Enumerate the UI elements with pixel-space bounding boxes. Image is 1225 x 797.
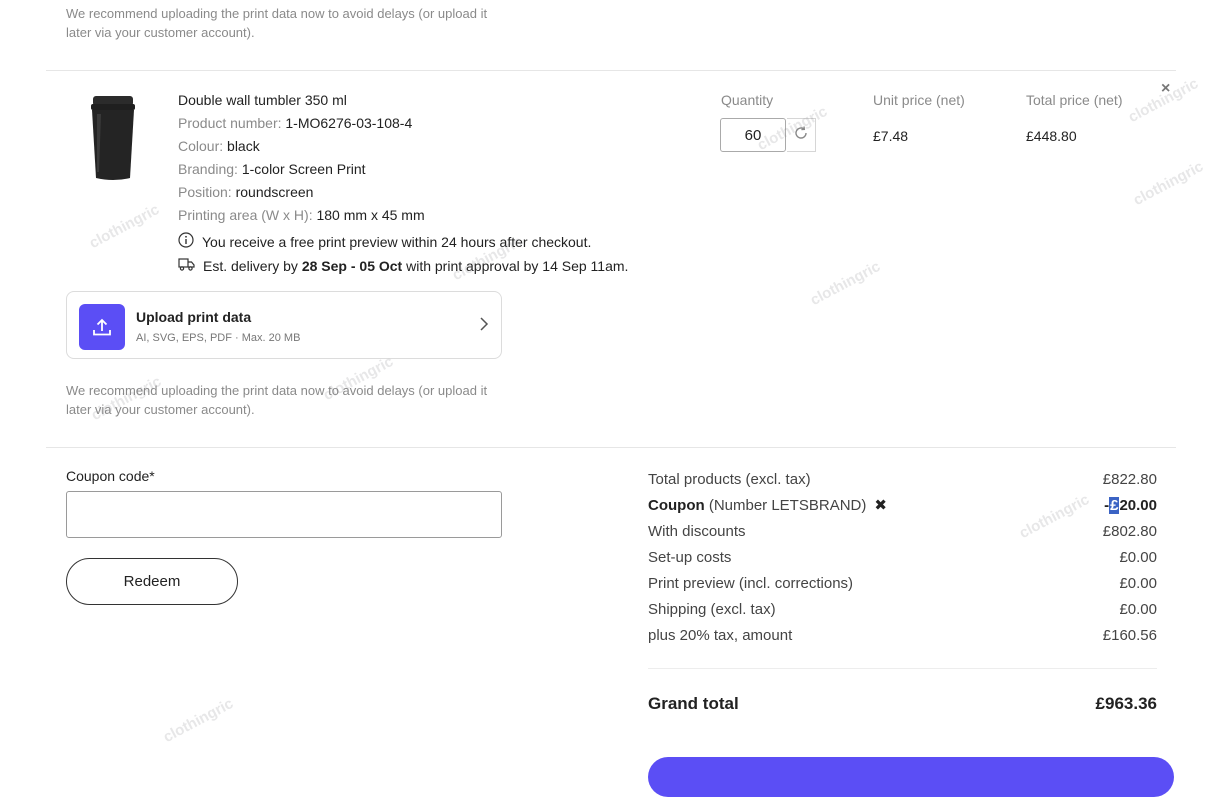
- spec-product-number: Product number: 1-MO6276-03-108-4: [178, 115, 413, 131]
- upload-icon: [79, 304, 125, 350]
- with-discounts-row: With discounts £802.80: [648, 523, 1157, 540]
- refresh-quantity-button[interactable]: [787, 118, 816, 152]
- truck-icon: [178, 256, 195, 275]
- divider-middle: [46, 447, 1176, 448]
- order-totals: Total products (excl. tax) £822.80 Coupon…: [648, 468, 1157, 650]
- spec-printing-area: Printing area (W x H): 180 mm x 45 mm: [178, 207, 425, 223]
- product-image: [82, 92, 144, 184]
- tax-row: plus 20% tax, amount £160.56: [648, 627, 1157, 644]
- shipping-row: Shipping (excl. tax) £0.00: [648, 601, 1157, 618]
- divider-top: [46, 70, 1176, 71]
- unit-price-header: Unit price (net): [873, 92, 965, 108]
- refresh-icon: [793, 125, 809, 146]
- preview-info-line: You receive a free print preview within …: [178, 232, 591, 251]
- delivery-info-line: Est. delivery by 28 Sep - 05 Oct with pr…: [178, 256, 628, 275]
- grand-total-row: Grand total £963.36: [648, 694, 1157, 713]
- total-price-header: Total price (net): [1026, 92, 1123, 108]
- redeem-button[interactable]: Redeem: [66, 558, 238, 605]
- quantity-input[interactable]: 60: [720, 118, 786, 152]
- spec-branding: Branding: 1-color Screen Print: [178, 161, 366, 177]
- watermark-text: clothingric: [86, 200, 163, 253]
- product-title: Double wall tumbler 350 ml: [178, 92, 347, 108]
- watermark-text: clothingric: [160, 694, 237, 747]
- top-upload-note: We recommend uploading the print data no…: [66, 6, 488, 40]
- upload-formats: AI, SVG, EPS, PDF · Max. 20 MB: [136, 332, 301, 344]
- print-preview-row: Print preview (incl. corrections) £0.00: [648, 575, 1157, 592]
- remove-item-button[interactable]: ×: [1161, 80, 1170, 98]
- bottom-upload-note: We recommend uploading the print data no…: [66, 383, 488, 417]
- coupon-row: Coupon (Number LETSBRAND) ✖ -£20.00: [648, 497, 1157, 514]
- info-icon: [178, 232, 194, 251]
- upload-print-data-card[interactable]: Upload print data AI, SVG, EPS, PDF · Ma…: [66, 291, 502, 359]
- coupon-code-input[interactable]: [66, 491, 502, 538]
- total-products-row: Total products (excl. tax) £822.80: [648, 471, 1157, 488]
- chevron-right-icon: [479, 316, 489, 337]
- setup-costs-row: Set-up costs £0.00: [648, 549, 1157, 566]
- product-specs: Product number: 1-MO6276-03-108-4 Colour…: [178, 112, 425, 227]
- coupon-code-label: Coupon code*: [66, 468, 155, 484]
- total-price-value: £448.80: [1026, 128, 1077, 144]
- spec-position: Position: roundscreen: [178, 184, 314, 200]
- remove-coupon-icon[interactable]: ✖: [874, 497, 887, 514]
- unit-price-value: £7.48: [873, 128, 909, 144]
- spec-colour: Colour: black: [178, 138, 260, 154]
- divider-totals: [648, 668, 1157, 669]
- upload-title: Upload print data: [136, 309, 252, 325]
- watermark-text: clothingric: [1130, 157, 1207, 210]
- quantity-header: Quantity: [721, 92, 774, 108]
- checkout-button[interactable]: [648, 757, 1174, 797]
- watermark-text: clothingric: [807, 257, 884, 310]
